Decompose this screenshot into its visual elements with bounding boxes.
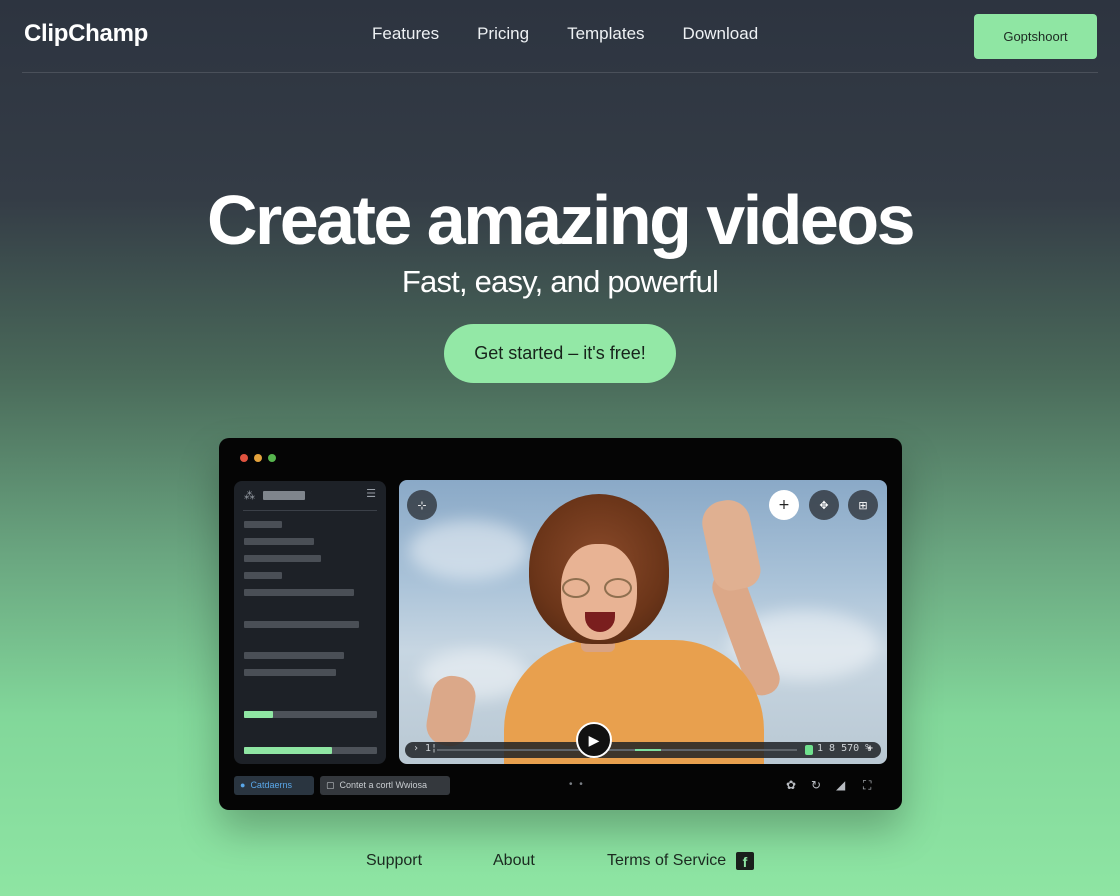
editor-sidebar: ⁂ ☰	[234, 481, 386, 764]
timeline-selected-segment[interactable]	[635, 749, 661, 751]
sky-cloud	[409, 520, 529, 580]
document-icon: ▢	[326, 780, 335, 790]
footer: Support About Terms of Service f	[0, 850, 1120, 874]
footer-link-about[interactable]: About	[493, 852, 535, 870]
move-icon[interactable]: ✥	[809, 490, 839, 520]
sidebar-line	[244, 521, 282, 528]
sidebar-progress-fill	[244, 747, 332, 754]
sidebar-progress-bar	[244, 711, 377, 718]
sidebar-line	[244, 652, 344, 659]
menu-icon[interactable]: ☰	[366, 487, 376, 500]
person-hand	[698, 495, 764, 595]
timeline-track[interactable]	[437, 749, 797, 751]
chip-primary[interactable]: ● Catdaerns	[234, 776, 314, 795]
brand-logo[interactable]: ClipChamp	[24, 20, 148, 48]
info-icon: ●	[240, 780, 246, 790]
sidebar-line	[244, 669, 336, 676]
person-glasses	[604, 578, 632, 598]
nav-link-download[interactable]: Download	[683, 24, 759, 44]
timeline-zoom-label: 1 8 570 %	[817, 743, 872, 754]
person-glasses	[562, 578, 590, 598]
footer-link-terms[interactable]: Terms of Service	[607, 852, 726, 870]
timeline-marker[interactable]	[805, 745, 813, 755]
app-window-mockup: ⁂ ☰ ⊹ + ✥ ⊞ › 1¦ 1 8 570 % + ▶ ● Catdaer…	[219, 438, 902, 810]
sidebar-line	[244, 555, 321, 562]
hero-subtitle: Fast, easy, and powerful	[401, 264, 719, 299]
chip-secondary[interactable]: ▢ Contet a cortl Wwiosa	[320, 776, 450, 795]
add-icon[interactable]: +	[769, 490, 799, 520]
hero-title: Create amazing videos	[206, 181, 916, 259]
page-indicator[interactable]: • •	[569, 779, 585, 790]
video-preview[interactable]: ⊹ + ✥ ⊞ › 1¦ 1 8 570 % + ▶	[399, 480, 887, 764]
video-timeline[interactable]: › 1¦ 1 8 570 % +	[405, 742, 881, 758]
sidebar-line	[244, 572, 282, 579]
nav-cta-button[interactable]: Goptshoort	[974, 14, 1097, 59]
nav-link-pricing[interactable]: Pricing	[477, 24, 529, 44]
nav-divider	[22, 72, 1098, 73]
window-maximize-dot[interactable]	[268, 454, 276, 462]
refresh-icon[interactable]: ↻	[811, 778, 821, 792]
sidebar-line	[244, 589, 354, 596]
sidebar-line	[244, 621, 359, 628]
sidebar-divider	[243, 510, 377, 511]
timeline-start-label: › 1¦	[413, 743, 438, 754]
sparkle-icon[interactable]: ⁂	[244, 489, 255, 502]
get-started-button[interactable]: Get started – it's free!	[444, 324, 676, 383]
nav-links: Features Pricing Templates Download	[372, 24, 796, 44]
footer-link-support[interactable]: Support	[366, 852, 422, 870]
window-minimize-dot[interactable]	[254, 454, 262, 462]
play-icon[interactable]: ▶	[576, 722, 612, 758]
settings-icon[interactable]: ✿	[786, 778, 796, 792]
timeline-add-icon[interactable]: +	[867, 743, 873, 754]
fullscreen-icon[interactable]: ⛶	[863, 778, 871, 793]
sidebar-progress-bar	[244, 747, 377, 754]
sidebar-line	[244, 538, 314, 545]
facebook-icon[interactable]: f	[736, 852, 754, 870]
top-nav: ClipChamp Features Pricing Templates Dow…	[0, 0, 1120, 72]
nav-link-templates[interactable]: Templates	[567, 24, 644, 44]
signal-icon[interactable]: ◢	[836, 778, 845, 792]
sidebar-heading-placeholder	[263, 491, 305, 500]
sidebar-progress-fill	[244, 711, 274, 718]
chip-secondary-label: Contet a cortl Wwiosa	[339, 780, 428, 790]
window-close-dot[interactable]	[240, 454, 248, 462]
chip-primary-label: Catdaerns	[250, 780, 292, 790]
grid-icon[interactable]: ⊞	[848, 490, 878, 520]
nav-link-features[interactable]: Features	[372, 24, 439, 44]
crop-icon[interactable]: ⊹	[407, 490, 437, 520]
